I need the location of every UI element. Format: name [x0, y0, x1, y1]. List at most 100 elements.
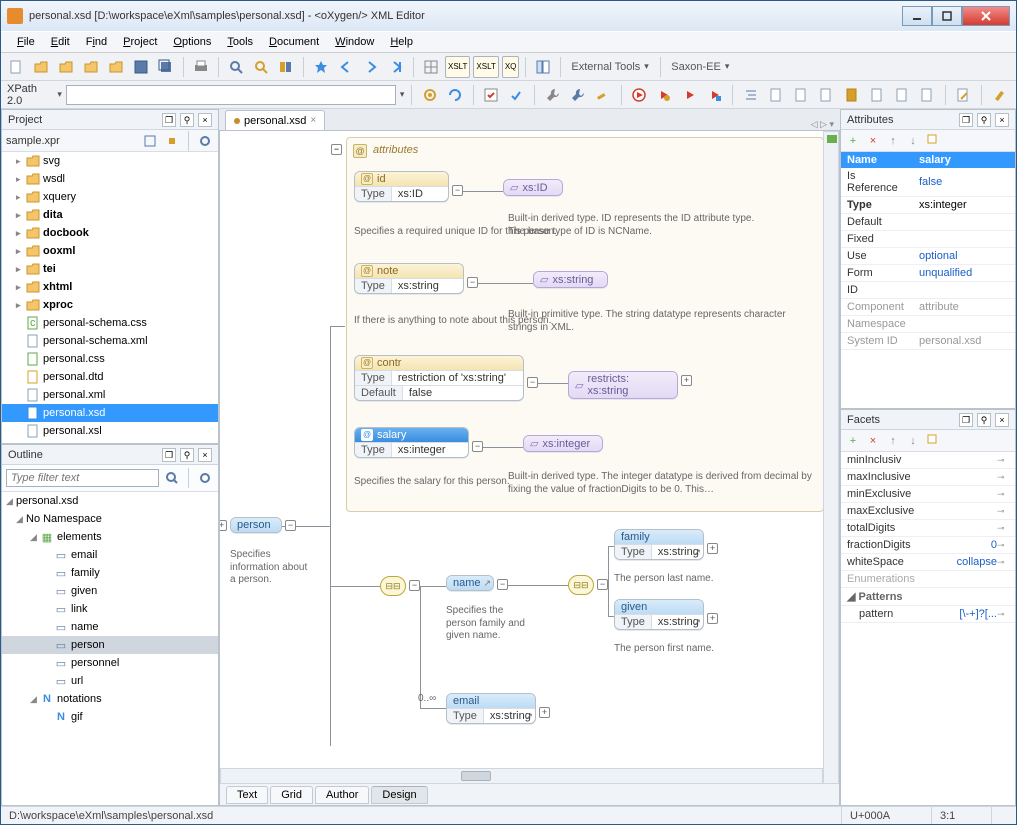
expand-icon[interactable]: + [219, 520, 227, 531]
port-icon[interactable]: − [497, 579, 508, 590]
open-icon[interactable] [30, 56, 52, 78]
validate-icon[interactable] [481, 84, 502, 106]
node-name[interactable]: name ↗ [446, 575, 494, 591]
schema-diagram-canvas[interactable]: − @ attributes @id Typexs:ID − [219, 131, 840, 784]
panel-pin-icon[interactable]: ⚲ [180, 448, 194, 462]
panel-close-icon[interactable]: × [995, 113, 1009, 127]
panel-close-icon[interactable]: × [198, 448, 212, 462]
highlight-icon[interactable] [989, 84, 1010, 106]
xslt-icon[interactable]: XSLT [445, 56, 470, 78]
node-salary[interactable]: @salary Typexs:integer [354, 427, 469, 458]
close-button[interactable] [962, 6, 1010, 26]
expand-icon[interactable]: + [707, 543, 718, 554]
outline-tree[interactable]: ◢personal.xsd ◢No Namespace ◢▦elements ▭… [2, 492, 218, 805]
doc5-icon[interactable] [866, 84, 887, 106]
panel-pin-icon[interactable]: ⚲ [977, 113, 991, 127]
port-icon[interactable]: − [472, 441, 483, 452]
horizontal-scrollbar[interactable] [220, 768, 823, 784]
panel-restore-icon[interactable]: ❐ [959, 113, 973, 127]
menu-project[interactable]: Project [115, 33, 165, 51]
panel-close-icon[interactable]: × [995, 413, 1009, 427]
grid-icon[interactable] [420, 56, 442, 78]
node-email[interactable]: email Typexs:string ↗ [446, 693, 536, 724]
panel-close-icon[interactable]: × [198, 113, 212, 127]
wrench-icon[interactable] [542, 84, 563, 106]
add-icon[interactable]: + [845, 130, 861, 152]
panel-restore-icon[interactable]: ❐ [959, 413, 973, 427]
project-settings-icon[interactable] [196, 132, 214, 150]
sequence-icon[interactable]: ⊟⊟ [568, 575, 594, 595]
node-restricts[interactable]: ▱restricts: xs:string [568, 371, 678, 399]
menu-document[interactable]: Document [261, 33, 327, 51]
node-id[interactable]: @id Typexs:ID [354, 171, 449, 202]
node-given[interactable]: given Typexs:string ↗ [614, 599, 704, 630]
run-icon[interactable] [629, 84, 650, 106]
copy-icon[interactable] [925, 430, 941, 452]
panel-restore-icon[interactable]: ❐ [162, 113, 176, 127]
panel-pin-icon[interactable]: ⚲ [977, 413, 991, 427]
expand-icon[interactable]: + [681, 375, 692, 386]
tab-author[interactable]: Author [315, 786, 369, 804]
nav-back-icon[interactable] [335, 56, 357, 78]
menu-find[interactable]: Find [78, 33, 115, 51]
gear-icon[interactable] [419, 84, 440, 106]
search-icon[interactable] [225, 56, 247, 78]
xslt-debug-icon[interactable]: XSLT [473, 56, 498, 78]
open2-icon[interactable] [55, 56, 77, 78]
search-icon[interactable] [163, 469, 181, 487]
down-icon[interactable]: ↓ [905, 130, 921, 152]
up-icon[interactable]: ↑ [885, 430, 901, 452]
doc6-icon[interactable] [891, 84, 912, 106]
panel-restore-icon[interactable]: ❐ [162, 448, 176, 462]
refresh-icon[interactable] [445, 84, 466, 106]
expand-icon[interactable]: + [539, 707, 550, 718]
outline-settings-icon[interactable] [196, 469, 214, 487]
menu-file[interactable]: File [9, 33, 43, 51]
external-tools-dropdown[interactable]: External Tools▾ [567, 61, 654, 73]
node-xsid[interactable]: ▱xs:ID [503, 179, 563, 196]
node-note[interactable]: @note Typexs:string [354, 263, 464, 294]
doc3-icon[interactable] [816, 84, 837, 106]
run-stop-icon[interactable] [704, 84, 725, 106]
layout-icon[interactable] [532, 56, 554, 78]
facets-list[interactable]: minInclusiv⊸ maxInclusive⊸ minExclusive⊸… [841, 452, 1015, 805]
xpath-input[interactable] [66, 85, 396, 105]
attributes-table[interactable]: Namesalary Is Referencefalse Typexs:inte… [841, 152, 1015, 350]
wrench2-icon[interactable] [567, 84, 588, 106]
hammer-icon[interactable] [592, 84, 613, 106]
project-tree[interactable]: ▸svg ▸wsdl ▸xquery ▸dita ▸docbook ▸ooxml… [2, 152, 218, 443]
indent-icon[interactable] [740, 84, 761, 106]
port-icon[interactable]: − [597, 579, 608, 590]
doc4-icon[interactable] [841, 84, 862, 106]
sequence-icon[interactable]: ⊟⊟ [380, 576, 406, 596]
menu-tools[interactable]: Tools [219, 33, 261, 51]
tab-text[interactable]: Text [226, 786, 268, 804]
saveall-icon[interactable] [155, 56, 177, 78]
panel-pin-icon[interactable]: ⚲ [180, 113, 194, 127]
bookmark-add-icon[interactable] [310, 56, 332, 78]
new-icon[interactable] [5, 56, 27, 78]
link-editor-icon[interactable] [163, 132, 181, 150]
menu-options[interactable]: Options [165, 33, 219, 51]
remove-icon[interactable]: × [865, 130, 881, 152]
node-family[interactable]: family Typexs:string ↗ [614, 529, 704, 560]
menu-edit[interactable]: Edit [43, 33, 78, 51]
collapse-icon[interactable]: − [331, 144, 342, 155]
open4-icon[interactable] [105, 56, 127, 78]
node-person[interactable]: person [230, 517, 282, 533]
vertical-scrollbar[interactable] [823, 131, 839, 784]
engine-dropdown[interactable]: Saxon-EE▾ [667, 61, 735, 73]
expand-icon[interactable]: + [707, 613, 718, 624]
menu-help[interactable]: Help [382, 33, 421, 51]
nav-last-icon[interactable] [385, 56, 407, 78]
tab-grid[interactable]: Grid [270, 786, 313, 804]
port-icon[interactable]: − [285, 520, 296, 531]
node-contr[interactable]: @contr Typerestriction of 'xs:string' De… [354, 355, 524, 401]
nav-fwd-icon[interactable] [360, 56, 382, 78]
tab-nav[interactable]: ◁ ▷ ▾ [811, 119, 834, 130]
history-icon[interactable] [275, 56, 297, 78]
doc2-icon[interactable] [791, 84, 812, 106]
open3-icon[interactable] [80, 56, 102, 78]
save-icon[interactable] [130, 56, 152, 78]
maximize-button[interactable] [932, 6, 962, 26]
